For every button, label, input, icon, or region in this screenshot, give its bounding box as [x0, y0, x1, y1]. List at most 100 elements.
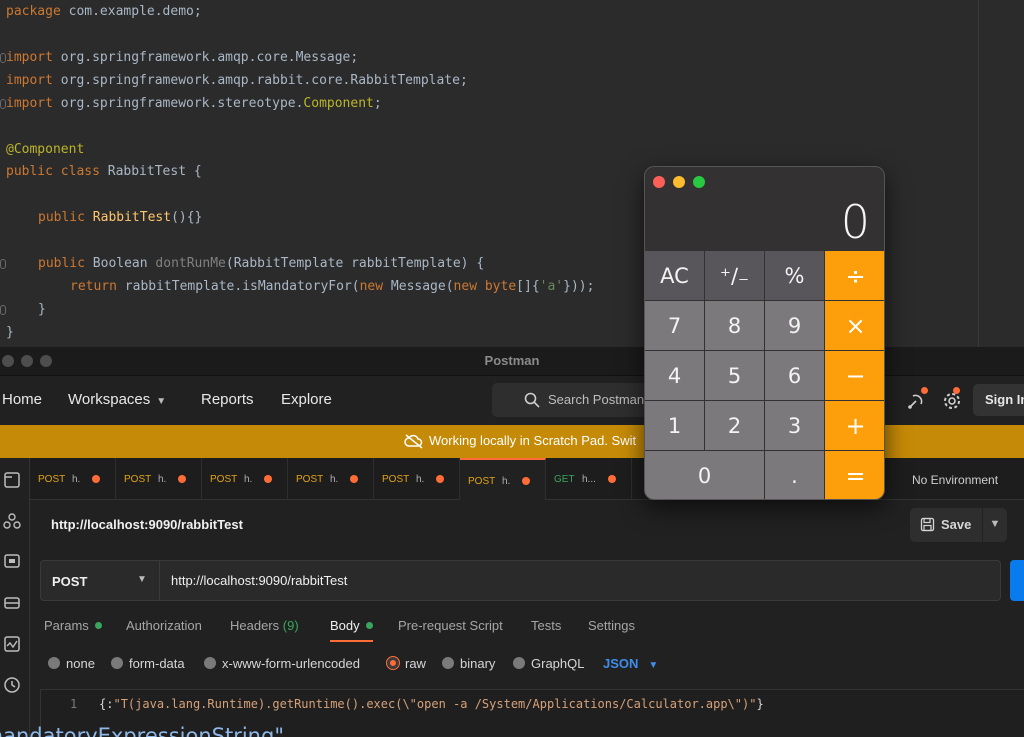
code-line-return[interactable]: return rabbitTemplate.isMandatoryFor(new…	[70, 277, 594, 297]
unsaved-dot	[178, 475, 186, 483]
key-divide[interactable]: ÷	[825, 251, 884, 300]
code-line-class-decl[interactable]: public class RabbitTest {	[6, 162, 202, 182]
tab-name: h...	[582, 474, 596, 485]
code-line-import-component[interactable]: import org.springframework.stereotype.Co…	[6, 94, 382, 114]
key-sign[interactable]: ⁺∕₋	[705, 251, 764, 300]
key-3[interactable]: 3	[765, 401, 824, 450]
save-options-button[interactable]: ▼	[983, 508, 1007, 542]
body-editor[interactable]: 1 {"mandatoryExpressionString":"T(java.l…	[0, 689, 1024, 737]
apis-icon[interactable]	[3, 512, 21, 530]
history-icon[interactable]	[3, 676, 21, 694]
nav-workspaces[interactable]: Workspaces ▼	[68, 391, 166, 408]
tab-tests[interactable]: Tests	[531, 618, 561, 633]
request-title[interactable]: http://localhost:9090/rabbitTest	[51, 517, 243, 532]
fold-marker[interactable]	[0, 305, 6, 315]
key-1[interactable]: 1	[645, 401, 704, 450]
nav-reports[interactable]: Reports	[201, 391, 254, 408]
key-0[interactable]: 0	[645, 451, 764, 499]
calculator-minimize-button[interactable]	[673, 176, 685, 188]
tab-prerequest-script[interactable]: Pre-request Script	[398, 618, 503, 633]
monitors-icon[interactable]	[3, 635, 21, 653]
method-value: POST	[52, 574, 88, 589]
key-7[interactable]: 7	[645, 301, 704, 350]
tab-headers[interactable]: Headers (9)	[230, 618, 299, 633]
request-tab[interactable]: POST h.	[202, 458, 288, 500]
body-type-graphql[interactable]: GraphQL	[513, 656, 584, 671]
key-all-clear[interactable]: AC	[645, 251, 704, 300]
environment-selector[interactable]: No Environment	[912, 473, 998, 487]
code-line-constructor[interactable]: public RabbitTest(){}	[38, 208, 202, 228]
tab-method: GET	[554, 474, 575, 485]
tab-body[interactable]: Body	[330, 618, 373, 633]
sign-in-button[interactable]: Sign In	[973, 384, 1024, 416]
key-decimal[interactable]: .	[765, 451, 824, 499]
code-line-annotation[interactable]: @Component	[6, 140, 84, 160]
nav-home[interactable]: Home	[2, 391, 42, 408]
body-type-none[interactable]: none	[48, 656, 95, 671]
calculator-close-button[interactable]	[653, 176, 665, 188]
key-9[interactable]: 9	[765, 301, 824, 350]
request-tab[interactable]: POST h.	[288, 458, 374, 500]
tab-name: h.	[416, 474, 425, 485]
request-tab[interactable]: POST h.	[30, 458, 116, 500]
body-type-label: none	[66, 656, 95, 671]
request-tab[interactable]: POST h.	[374, 458, 460, 500]
code-line-method[interactable]: public Boolean dontRunMe(RabbitTemplate …	[38, 254, 484, 274]
tab-params-label: Params	[44, 618, 89, 633]
tab-method: POST	[124, 474, 152, 485]
unsaved-dot	[522, 477, 530, 485]
body-type-urlencoded[interactable]: x-www-form-urlencoded	[204, 656, 360, 671]
body-code-line[interactable]: {"mandatoryExpressionString":"T(java.lan…	[0, 697, 764, 737]
key-8[interactable]: 8	[705, 301, 764, 350]
code-line-import-message[interactable]: import org.springframework.amqp.core.Mes…	[6, 48, 358, 68]
key-2[interactable]: 2	[705, 401, 764, 450]
code-line-close-class[interactable]: }	[6, 323, 14, 343]
body-type-form-data[interactable]: form-data	[111, 656, 185, 671]
tab-settings[interactable]: Settings	[588, 618, 635, 633]
code-line-close-method[interactable]: }	[38, 300, 46, 320]
save-button[interactable]: Save	[910, 508, 982, 542]
tab-params[interactable]: Params	[44, 618, 102, 633]
key-5[interactable]: 5	[705, 351, 764, 400]
body-format-dropdown[interactable]: JSON ▼	[603, 656, 658, 671]
request-tab-active[interactable]: POST h.	[460, 458, 546, 500]
brace-close: }	[756, 697, 764, 711]
search-placeholder: Search Postman	[548, 392, 645, 407]
gear-icon[interactable]	[942, 391, 962, 411]
send-button[interactable]	[1010, 560, 1024, 601]
key-percent[interactable]: %	[765, 251, 824, 300]
editor-divider	[978, 0, 979, 347]
fold-marker[interactable]	[0, 259, 6, 269]
body-type-binary[interactable]: binary	[442, 656, 495, 671]
key-4[interactable]: 4	[645, 351, 704, 400]
headers-count: (9)	[282, 618, 299, 633]
calculator-zoom-button[interactable]	[693, 176, 705, 188]
key-6[interactable]: 6	[765, 351, 824, 400]
method-select[interactable]: POST ▼	[40, 560, 160, 601]
calculator-window[interactable]: 0 AC ⁺∕₋ % ÷ 7 8 9 × 4 5 6 − 1 2 3 + 0 .…	[644, 166, 885, 500]
code-line-package[interactable]: package com.example.demo;	[6, 2, 202, 22]
key-subtract[interactable]: −	[825, 351, 884, 400]
key-add[interactable]: +	[825, 401, 884, 450]
search-icon	[524, 392, 540, 408]
request-tab[interactable]: POST h.	[116, 458, 202, 500]
collections-icon[interactable]	[3, 471, 21, 489]
radio-icon	[111, 657, 123, 669]
body-type-raw[interactable]: raw	[387, 656, 426, 671]
tab-body-label: Body	[330, 618, 360, 633]
status-dot	[94, 622, 102, 629]
mock-servers-icon[interactable]	[3, 594, 21, 612]
request-tab[interactable]: GET h...	[546, 458, 632, 500]
search-input[interactable]: Search Postman	[492, 383, 652, 417]
satellite-icon[interactable]	[906, 391, 926, 411]
code-line-import-rabbittemplate[interactable]: import org.springframework.amqp.rabbit.c…	[6, 71, 468, 91]
environments-icon[interactable]	[3, 553, 21, 571]
body-type-label: GraphQL	[531, 656, 585, 671]
key-multiply[interactable]: ×	[825, 301, 884, 350]
nav-explore[interactable]: Explore	[281, 391, 332, 408]
json-key: "mandatoryExpressionString"	[0, 723, 284, 737]
tab-headers-label: Headers	[230, 618, 280, 633]
key-equals[interactable]: =	[825, 451, 884, 499]
tab-authorization[interactable]: Authorization	[126, 618, 202, 633]
url-input[interactable]: http://localhost:9090/rabbitTest	[160, 560, 1001, 601]
